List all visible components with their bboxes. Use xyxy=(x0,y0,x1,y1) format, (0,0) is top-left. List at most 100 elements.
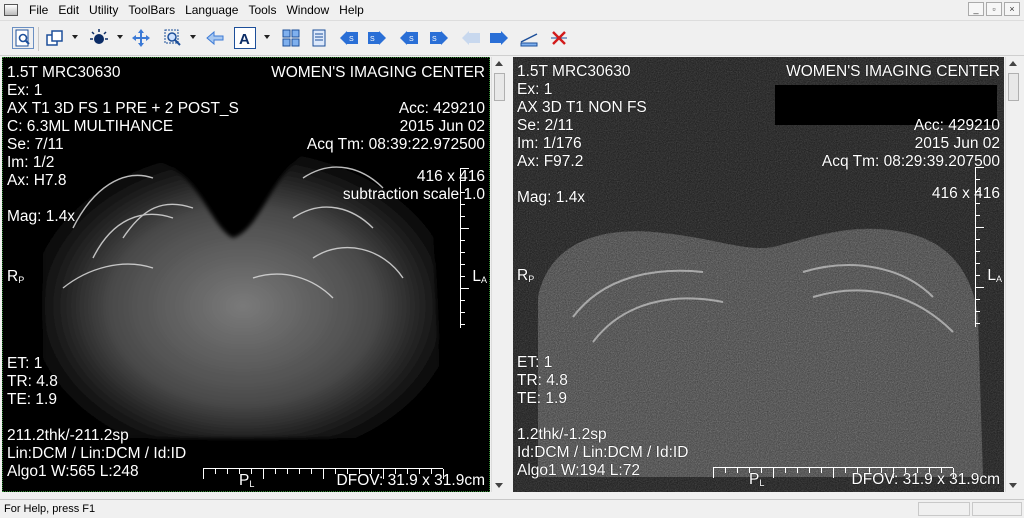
image-prev-icon xyxy=(462,31,480,45)
ruler-tick xyxy=(785,468,786,473)
grid-layout-button[interactable] xyxy=(280,27,302,49)
matrix-size: 416 x 416 xyxy=(416,168,485,185)
orientation-left-marker: RP xyxy=(7,268,24,289)
clear-annotations-button[interactable] xyxy=(548,27,570,49)
orientation-right-sub: A xyxy=(480,275,487,285)
text-icon: A xyxy=(239,31,250,48)
chevron-down-icon[interactable] xyxy=(117,35,123,39)
ruler-tick xyxy=(299,469,300,474)
last-series-button[interactable]: S xyxy=(428,27,450,49)
ruler-tick xyxy=(976,191,980,192)
app-icon[interactable] xyxy=(4,4,18,16)
ruler-tick xyxy=(773,468,774,478)
scanner-label: 1.5T MRC30630 xyxy=(7,64,121,81)
zoom-button[interactable] xyxy=(162,27,184,49)
report-button[interactable] xyxy=(308,27,330,49)
series-number: Se: 7/11 xyxy=(7,136,64,153)
minimize-button[interactable]: _ xyxy=(968,2,984,16)
overlay-top-left: 1.5T MRC30630 Ex: 1 AX T1 3D FS 1 PRE + … xyxy=(7,64,239,226)
ruler-tick xyxy=(976,239,980,240)
dfov-label: DFOV: 31.9 x 31.9cm xyxy=(336,472,485,489)
orientation-left-sub: P xyxy=(18,275,25,285)
ruler-tick xyxy=(203,469,204,479)
ruler-tick xyxy=(737,468,738,473)
ruler-tick xyxy=(976,179,980,180)
ruler-tick xyxy=(976,227,984,228)
zoom-icon xyxy=(164,29,181,46)
next-image-button[interactable] xyxy=(488,27,510,49)
open-study-button[interactable] xyxy=(12,27,34,49)
menu-utility[interactable]: Utility xyxy=(84,3,123,17)
report-icon xyxy=(312,29,326,47)
svg-text:S: S xyxy=(349,36,354,43)
ruler-tick xyxy=(215,469,216,474)
subtraction-scale: subtraction scale 1.0 xyxy=(342,186,485,203)
image-viewport-left[interactable]: 1.5T MRC30630 Ex: 1 AX T1 3D FS 1 PRE + … xyxy=(2,57,490,492)
ruler-tick xyxy=(461,264,465,265)
ruler-tick xyxy=(461,300,465,301)
te-label: TE: 1.9 xyxy=(7,391,57,408)
toolbar: A S S S S xyxy=(0,20,1024,56)
orientation-left-letter: R xyxy=(7,268,19,285)
scroll-up-icon[interactable] xyxy=(495,61,503,66)
menu-help[interactable]: Help xyxy=(334,3,369,17)
scroll-up-icon[interactable] xyxy=(1009,61,1017,66)
lut-label: Id:DCM / Lin:DCM / Id:ID xyxy=(517,444,689,461)
prev-image-button[interactable] xyxy=(460,27,482,49)
overlay-top-left: 1.5T MRC30630 Ex: 1 AX 3D T1 NON FS Se: … xyxy=(517,63,647,207)
tr-label: TR: 4.8 xyxy=(7,373,58,390)
menu-toolbars[interactable]: ToolBars xyxy=(123,3,180,17)
window-level-label: Algo1 W:194 L:72 xyxy=(517,462,640,479)
scroll-thumb[interactable] xyxy=(1008,73,1019,101)
orientation-right-letter: L xyxy=(472,268,481,285)
arrow-left-icon xyxy=(206,30,224,46)
image-next-icon xyxy=(490,31,508,45)
slice-location: Ax: F97.2 xyxy=(517,153,584,170)
prev-series-button[interactable]: S xyxy=(398,27,420,49)
next-series-button[interactable]: S xyxy=(366,27,388,49)
svg-text:S: S xyxy=(432,36,437,43)
menu-edit[interactable]: Edit xyxy=(53,3,84,17)
scroll-down-icon[interactable] xyxy=(495,483,503,488)
overlay-top-right: WOMEN'S IMAGING CENTER Acc: 429210 2015 … xyxy=(271,64,485,204)
scrollbar-left[interactable] xyxy=(491,57,507,492)
thickness-label: 211.2thk/-211.2sp xyxy=(7,427,129,444)
menu-file[interactable]: File xyxy=(24,3,53,17)
ruler-tick xyxy=(725,468,726,473)
scroll-down-icon[interactable] xyxy=(1009,483,1017,488)
image-viewport-right[interactable]: 1.5T MRC30630 Ex: 1 AX 3D T1 NON FS Se: … xyxy=(513,57,1004,492)
menu-window[interactable]: Window xyxy=(281,3,334,17)
ruler-tick xyxy=(976,251,980,252)
window-level-button[interactable] xyxy=(88,27,110,49)
menu-tools[interactable]: Tools xyxy=(243,3,281,17)
thickness-label: 1.2thk/-1.2sp xyxy=(517,426,607,443)
ruler-icon xyxy=(520,33,538,47)
restore-button[interactable]: ▫ xyxy=(986,2,1002,16)
slice-location: Ax: H7.8 xyxy=(7,172,67,189)
orientation-right-marker: LA xyxy=(472,268,487,289)
annotation-text-button[interactable]: A xyxy=(234,27,256,49)
ruler-tick xyxy=(461,324,465,325)
menu-language[interactable]: Language xyxy=(180,3,243,17)
acquisition-time: Acq Tm: 08:29:39.207500 xyxy=(821,153,1000,170)
ruler-tick xyxy=(461,192,465,193)
ruler-tick xyxy=(461,288,469,289)
ruler-tick xyxy=(976,167,984,168)
scrollbar-right[interactable] xyxy=(1005,57,1021,492)
scroll-thumb[interactable] xyxy=(494,73,505,101)
pan-button[interactable] xyxy=(130,27,152,49)
orientation-bottom-letter: P xyxy=(749,471,760,488)
chevron-down-icon[interactable] xyxy=(190,35,196,39)
measure-button[interactable] xyxy=(518,27,540,49)
series-description: AX 3D T1 NON FS xyxy=(517,99,647,116)
layout-button[interactable] xyxy=(44,27,66,49)
chevron-down-icon[interactable] xyxy=(72,35,78,39)
back-button[interactable] xyxy=(204,27,226,49)
first-series-button[interactable]: S xyxy=(338,27,360,49)
orientation-right-letter: L xyxy=(987,267,996,284)
close-button[interactable]: × xyxy=(1004,2,1020,16)
chevron-down-icon[interactable] xyxy=(264,35,270,39)
orientation-bottom-marker: PL xyxy=(239,472,254,491)
study-date: 2015 Jun 02 xyxy=(914,135,1000,152)
